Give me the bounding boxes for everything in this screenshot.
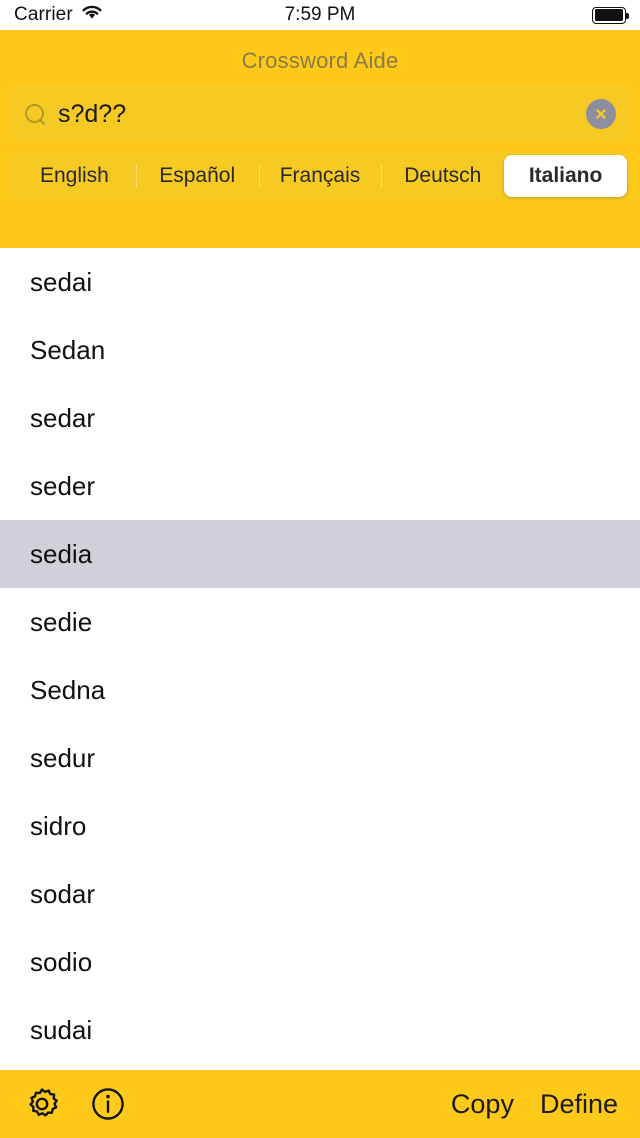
status-bar: Carrier 7:59 PM [0, 0, 640, 30]
info-circle-icon[interactable] [88, 1084, 128, 1124]
list-item[interactable]: sedar [0, 384, 640, 452]
copy-button[interactable]: Copy [451, 1089, 514, 1120]
list-item[interactable]: sodar [0, 860, 640, 928]
clear-circle-icon[interactable] [586, 99, 616, 129]
app-root: Carrier 7:59 PM Crossword Aide s?d?? Eng… [0, 0, 640, 1138]
bottom-toolbar: Copy Define [0, 1070, 640, 1138]
list-item[interactable]: Sedna [0, 656, 640, 724]
segment-espanol[interactable]: Español [135, 155, 259, 197]
define-button[interactable]: Define [540, 1089, 618, 1120]
app-header: Crossword Aide s?d?? English Español Fra… [0, 30, 640, 248]
results-list[interactable]: sedai Sedan sedar seder sedia sedie Sedn… [0, 248, 640, 1070]
list-item[interactable]: sudai [0, 996, 640, 1064]
search-input-value: s?d?? [58, 99, 127, 128]
language-segmented-control[interactable]: English Español Français Deutsch Italian… [10, 152, 630, 200]
list-item[interactable]: sodio [0, 928, 640, 996]
list-item[interactable]: sedie [0, 588, 640, 656]
list-item[interactable]: sedur [0, 724, 640, 792]
battery-full-icon [592, 6, 629, 24]
list-item[interactable]: seder [0, 452, 640, 520]
page-title: Crossword Aide [241, 48, 399, 73]
list-item[interactable]: sedai [0, 248, 640, 316]
list-item[interactable]: sidro [0, 792, 640, 860]
list-item[interactable]: Sedan [0, 316, 640, 384]
search-bar-container: s?d?? [0, 74, 640, 142]
status-bar-right [592, 6, 629, 24]
segment-italiano[interactable]: Italiano [504, 155, 627, 197]
gear-icon[interactable] [22, 1084, 62, 1124]
segment-deutsch[interactable]: Deutsch [381, 155, 504, 197]
list-item-selected[interactable]: sedia [0, 520, 640, 588]
search-icon [24, 103, 46, 125]
search-input[interactable]: s?d?? [10, 86, 630, 142]
segment-francais[interactable]: Français [258, 155, 382, 197]
clock-label: 7:59 PM [284, 4, 356, 25]
language-segmented-container: English Español Français Deutsch Italian… [0, 142, 640, 200]
segment-english[interactable]: English [13, 155, 136, 197]
